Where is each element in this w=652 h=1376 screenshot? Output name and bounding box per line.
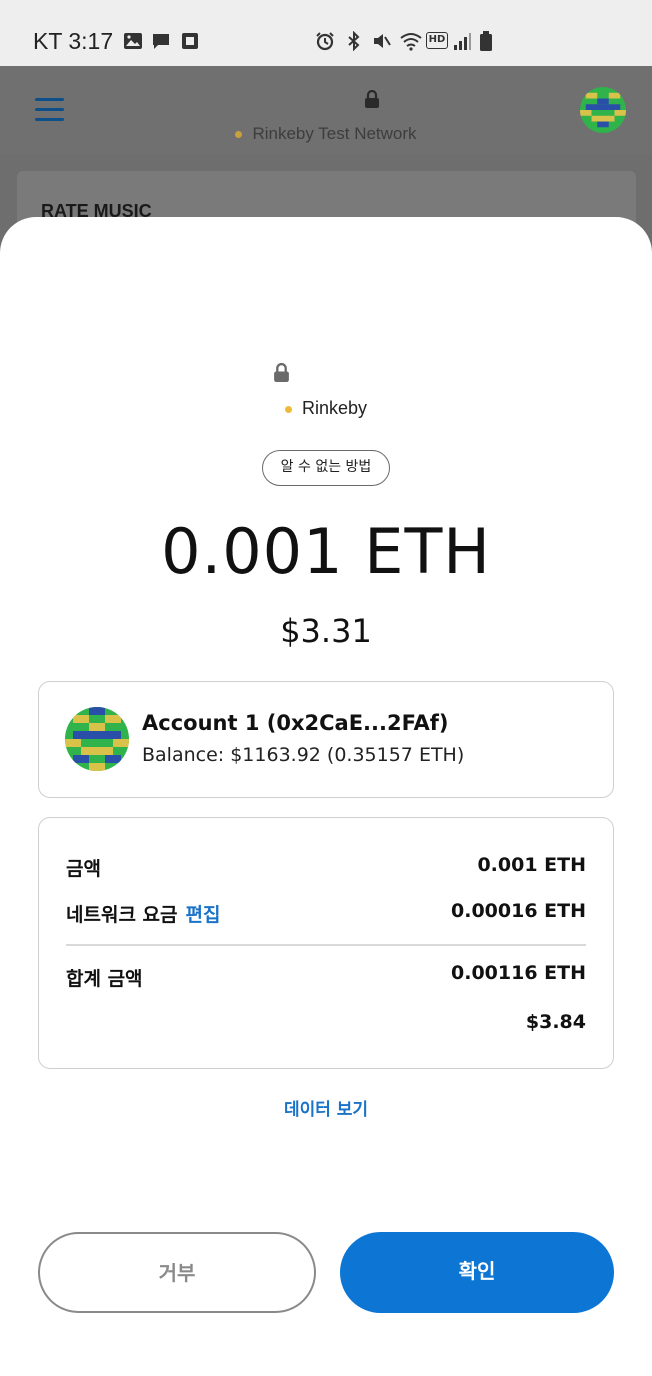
confirm-button[interactable]: 확인 <box>340 1232 614 1313</box>
total-label: 합계 금액 <box>66 968 143 990</box>
battery-icon <box>480 31 492 51</box>
amount-value: 0.001 ETH <box>477 854 586 876</box>
account-balance: Balance: $1163.92 (0.35157 ETH) <box>142 744 465 766</box>
account-card[interactable]: Account 1 (0x2CaE...2FAf) Balance: $1163… <box>38 681 614 798</box>
app-header: Rinkeby Test Network <box>0 66 652 154</box>
hd-badge: HD <box>426 32 448 49</box>
network-status-dot <box>284 405 292 413</box>
total-fiat-value: $3.84 <box>525 1011 586 1033</box>
divider <box>66 944 586 946</box>
gallery-icon <box>124 33 142 49</box>
fiat-amount: $3.31 <box>280 612 372 650</box>
network-fee-label: 네트워크 요금 <box>66 904 178 926</box>
amount-label: 금액 <box>66 858 101 880</box>
method-badge: 알 수 없는 방법 <box>262 450 390 486</box>
status-bar: KT 3:17 HD <box>0 0 652 66</box>
total-eth-value: 0.00116 ETH <box>451 962 586 984</box>
network-fee-value: 0.00016 ETH <box>451 900 586 922</box>
alarm-icon <box>316 32 334 51</box>
signal-icon <box>454 33 471 50</box>
edit-fee-link[interactable]: 편집 <box>186 904 221 926</box>
reject-button[interactable]: 거부 <box>38 1232 316 1313</box>
network-fee-row: 네트워크 요금 편집 <box>66 900 220 927</box>
network-indicator[interactable]: Rinkeby Test Network <box>0 124 652 144</box>
lock-icon <box>274 363 289 382</box>
transaction-amount: 0.001 ETH <box>161 515 491 588</box>
account-avatar <box>65 707 129 771</box>
view-data-link[interactable]: 데이터 보기 <box>0 1095 652 1120</box>
screenshot-icon <box>182 33 198 49</box>
mute-icon <box>374 34 391 48</box>
bluetooth-icon <box>348 31 360 51</box>
network-label: Rinkeby <box>0 398 652 419</box>
wifi-icon <box>400 33 422 51</box>
message-icon <box>153 34 169 49</box>
account-avatar[interactable] <box>580 87 626 133</box>
lock-icon <box>365 90 379 108</box>
menu-icon[interactable] <box>35 98 64 122</box>
account-name: Account 1 (0x2CaE...2FAf) <box>142 711 449 735</box>
confirm-transaction-sheet: Rinkeby 알 수 없는 방법 0.001 ETH $3.31 Accoun… <box>0 217 652 1376</box>
network-status-dot <box>235 131 243 139</box>
fee-summary-card: 금액 0.001 ETH 네트워크 요금 편집 0.00016 ETH 합계 금액… <box>38 817 614 1069</box>
carrier-time: KT 3:17 <box>33 28 114 54</box>
